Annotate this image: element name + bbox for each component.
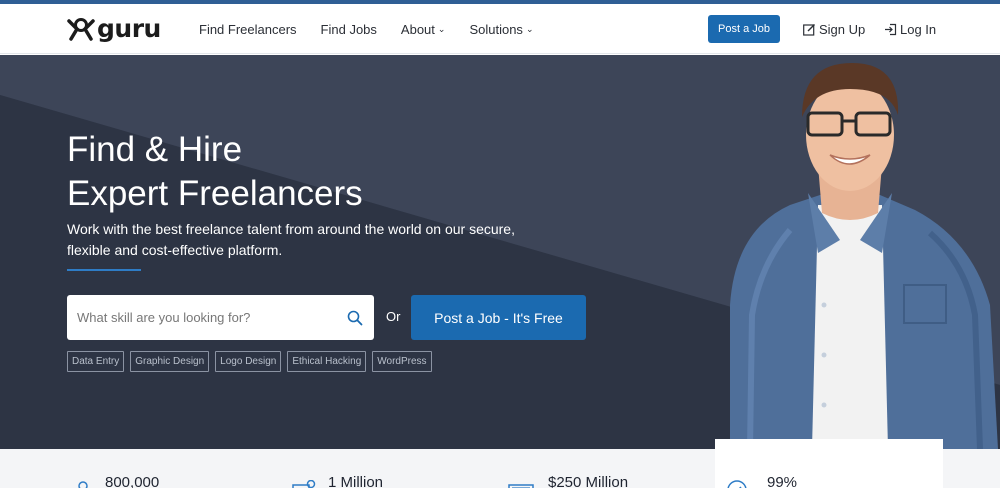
guru-logo-icon (67, 18, 95, 41)
chevron-down-icon: ⌄ (437, 23, 446, 34)
stat-item: 800,000 (75, 474, 159, 488)
stat-item: 1 Million (292, 474, 383, 488)
hero-subtitle-line: flexible and cost-effective platform. (67, 242, 283, 258)
nav-item-label: Find Jobs (320, 21, 377, 37)
money-icon (292, 480, 316, 488)
nav-about[interactable]: About ⌄ (401, 22, 446, 37)
stat-item: $250 Million (508, 474, 628, 488)
hero-person-image (730, 63, 998, 449)
skill-tag[interactable]: Graphic Design (130, 351, 210, 372)
cash-icon (508, 484, 534, 488)
search-icon[interactable] (347, 310, 363, 326)
login-icon (885, 23, 897, 35)
skill-tag[interactable]: Data Entry (67, 351, 125, 372)
stat-value: $250 Million (548, 474, 629, 488)
hero-divider (67, 269, 141, 271)
hero-title: Find & Hire Expert Freelancers (67, 128, 363, 216)
stat-item: 99% (726, 474, 797, 488)
header-post-job-button[interactable]: Post a Job (708, 15, 780, 43)
guru-logo[interactable]: guru (67, 16, 161, 42)
login-label: Log In (900, 21, 937, 37)
site-header: guru Find Freelancers Find Jobs About ⌄ … (0, 4, 1000, 54)
nav-solutions[interactable]: Solutions ⌄ (469, 22, 533, 37)
hero-title-line: Find & Hire (67, 130, 243, 169)
edit-icon (803, 23, 815, 36)
nav-item-label: Find Freelancers (199, 21, 297, 37)
login-link[interactable]: Log In (884, 4, 936, 54)
stat-value: 99% (767, 474, 798, 488)
or-label: Or (386, 309, 401, 324)
hero-title-line: Expert Freelancers (67, 174, 363, 213)
nav-find-jobs[interactable]: Find Jobs (321, 22, 377, 37)
signup-link[interactable]: Sign Up (803, 4, 865, 54)
hero-subtitle-line: Work with the best freelance talent from… (67, 221, 515, 237)
popular-skill-tags: Data Entry Graphic Design Logo Design Et… (67, 351, 438, 372)
hero-subtitle: Work with the best freelance talent from… (67, 219, 527, 261)
chevron-down-icon: ⌄ (525, 23, 534, 34)
check-icon (727, 480, 747, 488)
signup-label: Sign Up (819, 21, 866, 37)
skill-tag[interactable]: Ethical Hacking (287, 351, 367, 372)
nav-item-label: Solutions (469, 21, 523, 37)
skill-search-box (67, 295, 374, 340)
skill-search-input[interactable] (77, 295, 337, 340)
skill-tag[interactable]: WordPress (372, 351, 432, 372)
logo-wordmark: guru (97, 14, 161, 43)
user-icon (78, 481, 88, 488)
nav-item-label: About (400, 21, 435, 37)
stat-value: 1 Million (328, 474, 384, 488)
skill-tag[interactable]: Logo Design (215, 351, 282, 372)
hero-section: Find & Hire Expert Freelancers Work with… (0, 55, 1000, 449)
stat-value: 800,000 (105, 474, 160, 488)
main-nav: Find Freelancers Find Jobs About ⌄ Solut… (199, 4, 557, 54)
hero-post-job-button[interactable]: Post a Job - It's Free (411, 295, 586, 340)
nav-find-freelancers[interactable]: Find Freelancers (199, 22, 297, 37)
